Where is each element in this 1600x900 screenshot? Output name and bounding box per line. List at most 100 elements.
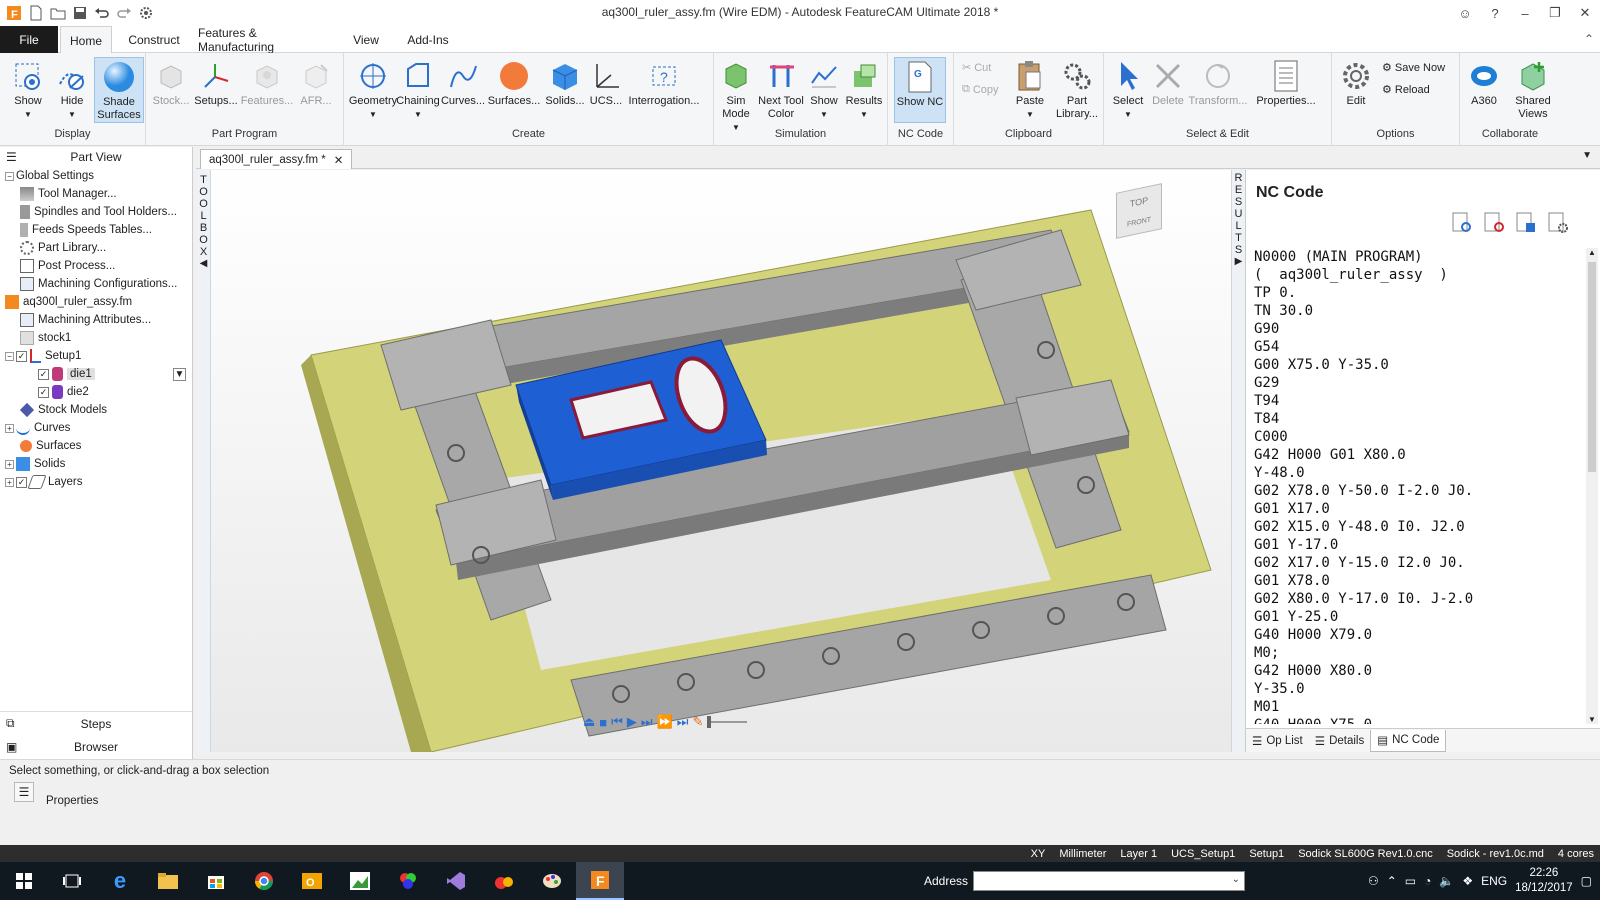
tab-add-ins[interactable]: Add-Ins: [402, 26, 454, 53]
die1-checkbox[interactable]: ✓: [38, 368, 49, 380]
show-hidden-icons-chevron-icon[interactable]: ⌃: [1387, 874, 1397, 888]
redo-icon[interactable]: [114, 3, 134, 23]
toolbox-expand-arrow-icon[interactable]: ◀: [197, 258, 210, 270]
select-button[interactable]: Select ▼: [1108, 57, 1148, 121]
scroll-down-icon[interactable]: ▼: [1588, 715, 1596, 724]
dropbox-icon[interactable]: ❖: [1462, 874, 1473, 888]
playback-play-icon[interactable]: ▶: [627, 714, 637, 730]
steps-tab[interactable]: ⧉ Steps: [0, 712, 192, 735]
nc-find-icon[interactable]: [1451, 212, 1473, 237]
show-nc-button[interactable]: G Show NC: [894, 57, 946, 123]
tree-item-tool-manager[interactable]: Tool Manager...: [0, 185, 192, 203]
setup1-checkbox[interactable]: ✓: [16, 350, 27, 362]
playback-stop-icon[interactable]: ■: [599, 715, 607, 730]
layers-checkbox[interactable]: ✓: [16, 476, 27, 488]
color-app-icon[interactable]: [384, 862, 432, 900]
tree-item-solids[interactable]: + Solids: [0, 455, 192, 473]
store-icon[interactable]: [192, 862, 240, 900]
collapse-icon[interactable]: −: [5, 171, 14, 181]
delete-button[interactable]: Delete: [1148, 57, 1188, 108]
task-view-icon[interactable]: [48, 862, 96, 900]
close-tab-icon[interactable]: ✕: [334, 153, 344, 167]
paint-app-icon[interactable]: [528, 862, 576, 900]
scrollbar-thumb[interactable]: [1588, 262, 1596, 472]
properties-button[interactable]: Properties...: [1250, 57, 1322, 108]
nc-code-scrollbar[interactable]: ▲ ▼: [1586, 248, 1598, 724]
featurecam-taskbar-icon[interactable]: F: [576, 862, 624, 900]
tree-item-global-settings[interactable]: − Global Settings: [0, 167, 192, 185]
tree-item-spindles[interactable]: Spindles and Tool Holders...: [0, 203, 192, 221]
collapse-icon[interactable]: −: [5, 351, 14, 361]
tab-view[interactable]: View: [348, 26, 384, 53]
address-dropdown-icon[interactable]: ⌄: [1232, 874, 1240, 885]
undo-icon[interactable]: [92, 3, 112, 23]
playback-fast-forward-icon[interactable]: ⏩: [657, 714, 673, 730]
clock[interactable]: 22:26 18/12/2017: [1515, 866, 1573, 896]
playback-to-end-icon[interactable]: ⏭: [677, 714, 689, 730]
results-button[interactable]: Results ▼: [842, 57, 886, 121]
reload-button[interactable]: ⚙ Reload: [1382, 83, 1430, 97]
tree-item-curves[interactable]: + Curves: [0, 419, 192, 437]
tree-item-surfaces[interactable]: Surfaces: [0, 437, 192, 455]
afr-button[interactable]: AFR...: [294, 57, 338, 108]
address-input[interactable]: ⌄: [973, 871, 1245, 891]
edge-browser-icon[interactable]: e: [96, 862, 144, 900]
playback-back-icon[interactable]: ⏮: [611, 714, 623, 730]
geometry-button[interactable]: Geometry ▼: [349, 57, 397, 121]
toolbox-strip[interactable]: TOOLBOX ◀: [197, 170, 211, 752]
playback-first-icon[interactable]: ⏏: [583, 714, 595, 730]
tab-details[interactable]: ☰ Details: [1309, 730, 1370, 752]
visual-studio-icon[interactable]: [432, 862, 480, 900]
new-file-icon[interactable]: [26, 3, 46, 23]
copy-button[interactable]: ⧉ Copy: [962, 83, 999, 96]
start-windows-icon[interactable]: [0, 862, 48, 900]
settings-gear-icon[interactable]: [136, 3, 156, 23]
next-tool-color-button[interactable]: Next Tool Color: [756, 57, 806, 121]
tree-item-part-library[interactable]: Part Library...: [0, 239, 192, 257]
properties-icon[interactable]: ☰: [14, 782, 34, 802]
tree-item-stock-models[interactable]: Stock Models: [0, 401, 192, 419]
nc-save-icon[interactable]: [1515, 212, 1537, 237]
3d-viewport[interactable]: TOP FRONT ⏏ ■ ⏮ ▶ ⏭ ⏩ ⏭ ✎: [211, 170, 1231, 752]
playback-options-icon[interactable]: ✎: [692, 714, 703, 730]
layer-indicator[interactable]: Layer 1: [1120, 848, 1157, 860]
tree-item-machining-attributes[interactable]: Machining Attributes...: [0, 311, 192, 329]
nc-settings-icon[interactable]: [1547, 212, 1569, 237]
volume-muted-icon[interactable]: 🔈: [1439, 874, 1454, 888]
expand-icon[interactable]: +: [5, 459, 14, 469]
curves-button[interactable]: Curves...: [440, 57, 486, 108]
document-tab[interactable]: aq300l_ruler_assy.fm * ✕: [200, 149, 353, 169]
units-indicator[interactable]: Millimeter: [1059, 848, 1106, 860]
results-strip[interactable]: RESULTS ▶: [1231, 170, 1245, 752]
a360-button[interactable]: A360: [1462, 57, 1506, 108]
ucs-button[interactable]: UCS...: [588, 57, 624, 108]
expand-icon[interactable]: +: [5, 423, 14, 433]
chaining-button[interactable]: Chaining ▼: [396, 57, 440, 121]
maximize-button[interactable]: ❐: [1540, 0, 1570, 26]
shared-views-button[interactable]: Shared Views: [1508, 57, 1558, 121]
show-button[interactable]: Show ▼: [6, 57, 50, 121]
close-button[interactable]: ✕: [1570, 0, 1600, 26]
network-icon[interactable]: ◔: [1424, 874, 1431, 888]
machine-indicator[interactable]: Sodick SL600G Rev1.0.cnc: [1298, 848, 1433, 860]
chrome-icon[interactable]: [240, 862, 288, 900]
post-indicator[interactable]: Sodick - rev1.0c.md: [1447, 848, 1544, 860]
tab-construct[interactable]: Construct: [122, 26, 186, 53]
transform-button[interactable]: Transform...: [1188, 57, 1248, 108]
die1-dropdown-icon[interactable]: ▼: [173, 367, 186, 381]
people-icon[interactable]: ⚇: [1368, 874, 1379, 888]
browser-tab[interactable]: ▣ Browser: [0, 735, 192, 758]
setup-indicator[interactable]: Setup1: [1249, 848, 1284, 860]
notifications-icon[interactable]: ▢: [1581, 874, 1592, 888]
results-expand-arrow-icon[interactable]: ▶: [1232, 256, 1245, 268]
sim-mode-button[interactable]: Sim Mode ▼: [716, 57, 756, 134]
help-community-icon[interactable]: ☺: [1450, 0, 1480, 26]
surfaces-button[interactable]: Surfaces...: [486, 57, 542, 108]
tree-item-setup1[interactable]: − ✓ Setup1: [0, 347, 192, 365]
featurecam-logo-icon[interactable]: F: [4, 3, 24, 23]
language-indicator[interactable]: ENG: [1481, 874, 1507, 888]
fruit-app-icon[interactable]: [480, 862, 528, 900]
image-viewer-icon[interactable]: [336, 862, 384, 900]
tab-file[interactable]: File: [0, 26, 58, 53]
setups-button[interactable]: Setups...: [192, 57, 240, 108]
